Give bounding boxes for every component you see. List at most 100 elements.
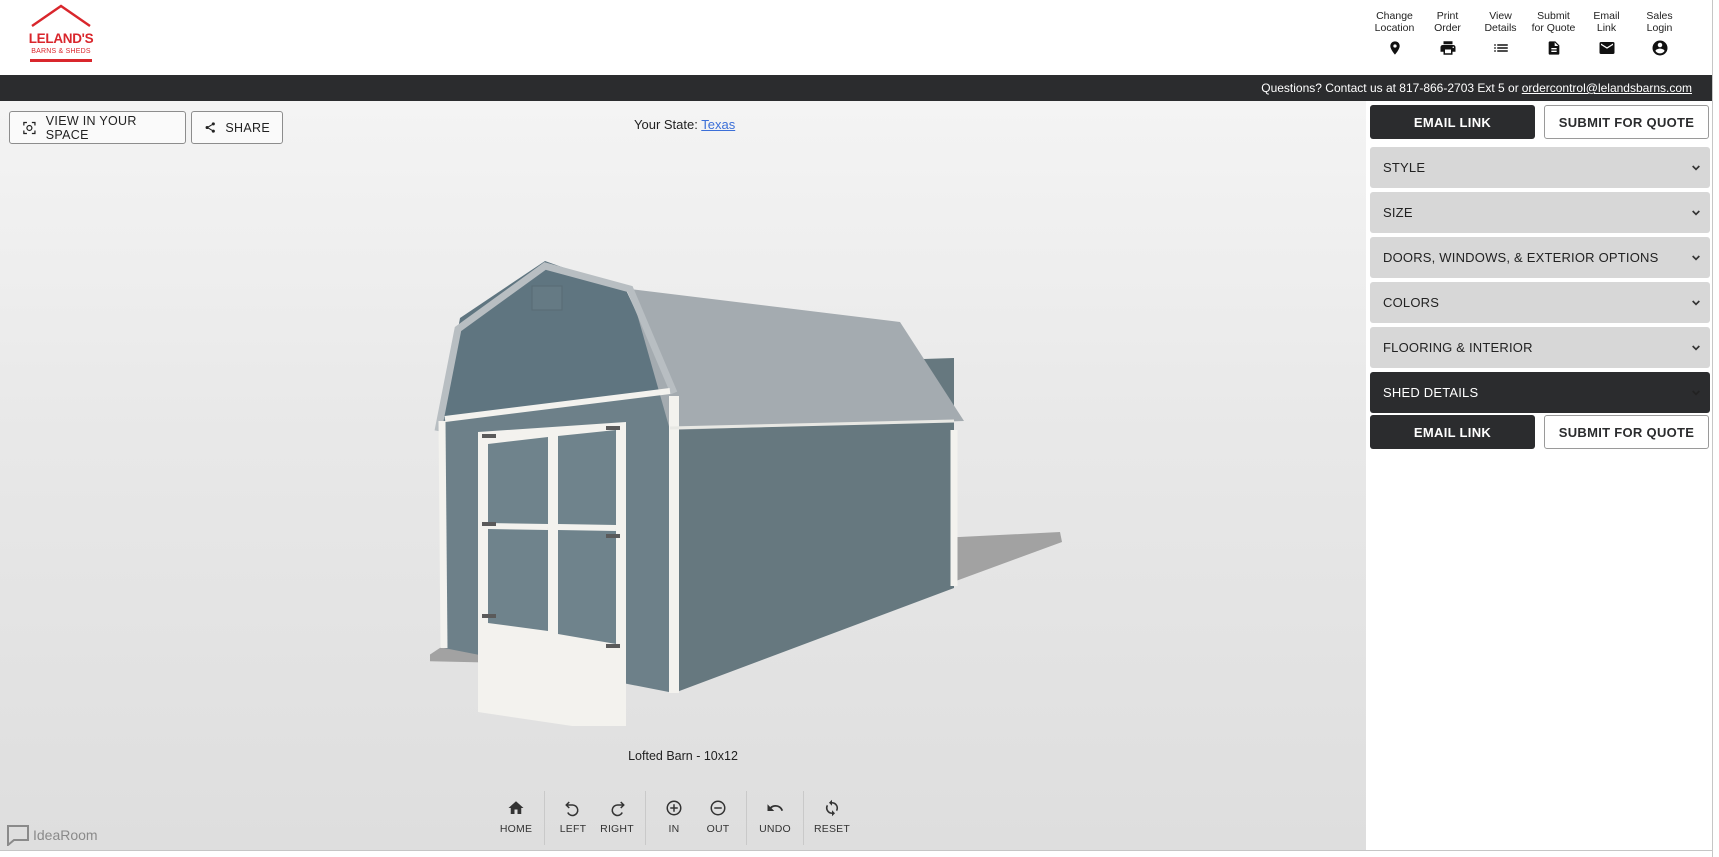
control-group-reset: RESET — [803, 791, 860, 845]
brand-name: LELAND'S — [28, 31, 94, 46]
email-link-top-label: Email Link — [1593, 10, 1620, 34]
rotate-left-label: LEFT — [559, 823, 587, 835]
reset-button[interactable]: RESET — [810, 791, 854, 845]
zoom-in-button[interactable]: IN — [652, 791, 696, 845]
accordion-size[interactable]: SIZE — [1370, 192, 1710, 233]
chevron-down-icon — [1692, 209, 1700, 216]
sales-login-label: Sales Login — [1646, 10, 1673, 34]
window-frame-right — [1712, 0, 1719, 857]
header: LELAND'S BARNS & SHEDS Change Location P… — [0, 0, 1712, 75]
reset-label: RESET — [813, 823, 850, 835]
left-corner-trim — [438, 420, 448, 649]
email-link-button-bottom[interactable]: EMAIL LINK — [1370, 415, 1535, 449]
zoom-out-button[interactable]: OUT — [696, 791, 740, 845]
state-link[interactable]: Texas — [701, 117, 735, 132]
chevron-down-icon — [1692, 344, 1700, 351]
rotate-left-icon — [565, 801, 579, 817]
accordion-shed-details[interactable]: SHED DETAILS — [1370, 372, 1710, 413]
view-details-button[interactable]: View Details — [1476, 10, 1525, 57]
contact-text: Questions? Contact us at 817-866-2703 Ex… — [1261, 81, 1519, 95]
configurator-app: LELAND'S BARNS & SHEDS Change Location P… — [0, 0, 1719, 857]
accordion-doors-windows-label: DOORS, WINDOWS, & EXTERIOR OPTIONS — [1383, 250, 1659, 265]
control-group-home: HOME — [488, 791, 544, 845]
camera-controls: HOME LEFT RIGHT IN OUT UNDO RESET — [488, 791, 860, 845]
window-frame-bottom — [0, 850, 1712, 857]
view-in-your-space-label: VIEW IN YOUR SPACE — [45, 113, 137, 142]
control-group-undo: UNDO — [746, 791, 803, 845]
print-order-button[interactable]: Print Order — [1423, 10, 1472, 57]
envelope-icon — [1599, 42, 1614, 54]
top-button-row: EMAIL LINK SUBMIT FOR QUOTE — [1370, 105, 1710, 139]
accordion-flooring[interactable]: FLOORING & INTERIOR — [1370, 327, 1710, 368]
contact-bar: Questions? Contact us at 817-866-2703 Ex… — [0, 75, 1712, 101]
zoom-out-label: OUT — [706, 823, 730, 835]
3d-viewer[interactable]: VIEW IN YOUR SPACE SHARE Your State: Tex… — [0, 101, 1366, 850]
submit-for-quote-top-button[interactable]: Submit for Quote — [1529, 10, 1578, 57]
printer-icon — [1440, 41, 1455, 55]
accordion-size-label: SIZE — [1383, 205, 1413, 220]
submit-for-quote-top-label: Submit for Quote — [1531, 10, 1576, 34]
roof-side-panel — [630, 289, 964, 430]
shed-3d-model[interactable] — [430, 256, 1070, 726]
idearoom-text: IdeaRoom — [33, 827, 98, 843]
chevron-down-icon — [1692, 164, 1700, 171]
brand-tagline: BARNS & SHEDS — [31, 48, 91, 55]
chevron-down-icon — [1692, 389, 1700, 396]
accordion-style[interactable]: STYLE — [1370, 147, 1710, 188]
accordion-flooring-label: FLOORING & INTERIOR — [1383, 340, 1533, 355]
view-in-your-space-button[interactable]: VIEW IN YOUR SPACE — [9, 111, 186, 144]
zoom-in-icon — [666, 800, 682, 816]
control-group-rotate: LEFT RIGHT — [544, 791, 645, 845]
rotate-left-button[interactable]: LEFT — [551, 791, 595, 845]
list-icon — [1493, 44, 1508, 52]
home-label: HOME — [499, 823, 533, 835]
idearoom-watermark: IdeaRoom — [6, 824, 98, 846]
undo-button[interactable]: UNDO — [753, 791, 797, 845]
change-location-label: Change Location — [1374, 10, 1415, 34]
email-link-button[interactable]: EMAIL LINK — [1370, 105, 1535, 139]
home-button[interactable]: HOME — [494, 791, 538, 845]
bottom-button-row: EMAIL LINK SUBMIT FOR QUOTE — [1370, 415, 1710, 449]
rotate-right-icon — [611, 801, 625, 817]
state-indicator: Your State: Texas — [634, 117, 735, 132]
config-sidebar: EMAIL LINK SUBMIT FOR QUOTE STYLE SIZE D… — [1366, 101, 1712, 850]
document-icon — [1548, 41, 1559, 55]
ar-view-icon — [23, 121, 36, 134]
chevron-down-icon — [1692, 254, 1700, 261]
share-icon — [205, 122, 215, 133]
sales-login-button[interactable]: Sales Login — [1635, 10, 1684, 57]
gable-vent — [531, 285, 563, 311]
brand-logo[interactable]: LELAND'S BARNS & SHEDS — [26, 4, 96, 66]
submit-for-quote-button[interactable]: SUBMIT FOR QUOTE — [1544, 105, 1709, 139]
reset-icon — [825, 799, 839, 817]
accordion-colors[interactable]: COLORS — [1370, 282, 1710, 323]
roof-logo-icon — [31, 4, 91, 27]
undo-icon — [767, 804, 784, 811]
share-button[interactable]: SHARE — [191, 111, 283, 144]
home-icon — [508, 801, 524, 814]
submit-for-quote-button-bottom[interactable]: SUBMIT FOR QUOTE — [1544, 415, 1709, 449]
location-pin-icon — [1389, 41, 1400, 55]
idearoom-logo-icon — [7, 825, 29, 846]
print-order-label: Print Order — [1434, 10, 1461, 34]
top-action-bar: Change Location Print Order View Details… — [1370, 10, 1684, 57]
rotate-right-button[interactable]: RIGHT — [595, 791, 639, 845]
accordion-style-label: STYLE — [1383, 160, 1426, 175]
chevron-down-icon — [1692, 299, 1700, 306]
undo-label: UNDO — [759, 823, 791, 835]
accordion-colors-label: COLORS — [1383, 295, 1440, 310]
brand-underline — [30, 59, 92, 62]
share-label: SHARE — [225, 120, 270, 135]
accordion-shed-details-label: SHED DETAILS — [1383, 385, 1479, 400]
change-location-button[interactable]: Change Location — [1370, 10, 1419, 57]
contact-email-link[interactable]: ordercontrol@lelandsbarns.com — [1522, 81, 1692, 95]
view-details-label: View Details — [1484, 10, 1517, 34]
state-label: Your State: — [634, 117, 698, 132]
accordion-doors-windows[interactable]: DOORS, WINDOWS, & EXTERIOR OPTIONS — [1370, 237, 1710, 278]
email-link-top-button[interactable]: Email Link — [1582, 10, 1631, 57]
zoom-in-label: IN — [668, 823, 680, 835]
control-group-zoom: IN OUT — [645, 791, 746, 845]
double-door — [478, 422, 626, 726]
zoom-out-icon — [710, 800, 726, 816]
rotate-right-label: RIGHT — [600, 823, 634, 835]
